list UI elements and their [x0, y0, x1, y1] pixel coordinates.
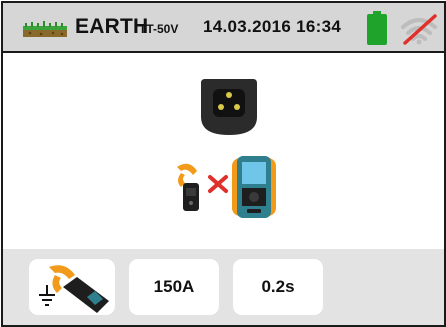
header-bar: EARTH TT-50V 14.03.2016 16:34	[3, 3, 444, 53]
measure-time-label: 0.2s	[261, 277, 295, 296]
earth-ground-icon	[23, 21, 67, 37]
screen-frame: EARTH TT-50V 14.03.2016 16:34 150A 0.2s	[1, 1, 446, 327]
current-range-label: 150A	[153, 277, 195, 296]
clamp-earth-icon	[39, 265, 109, 313]
measure-time-button[interactable]: 0.2s	[233, 259, 323, 315]
clamp-mode-button[interactable]	[29, 259, 115, 315]
date-time: 14.03.2016 16:34	[203, 17, 342, 36]
current-range-button[interactable]: 150A	[129, 259, 219, 315]
footer-bar: 150A 0.2s	[3, 249, 444, 325]
wifi-disabled-icon	[401, 14, 437, 45]
schuko-socket-icon	[201, 79, 257, 135]
main-area	[3, 53, 444, 249]
function-title: EARTH	[75, 15, 149, 38]
not-connected-cross-icon	[208, 175, 228, 193]
function-subtitle: TT-50V	[139, 22, 179, 36]
meter-instrument-icon	[232, 156, 276, 218]
battery-icon	[367, 11, 387, 45]
